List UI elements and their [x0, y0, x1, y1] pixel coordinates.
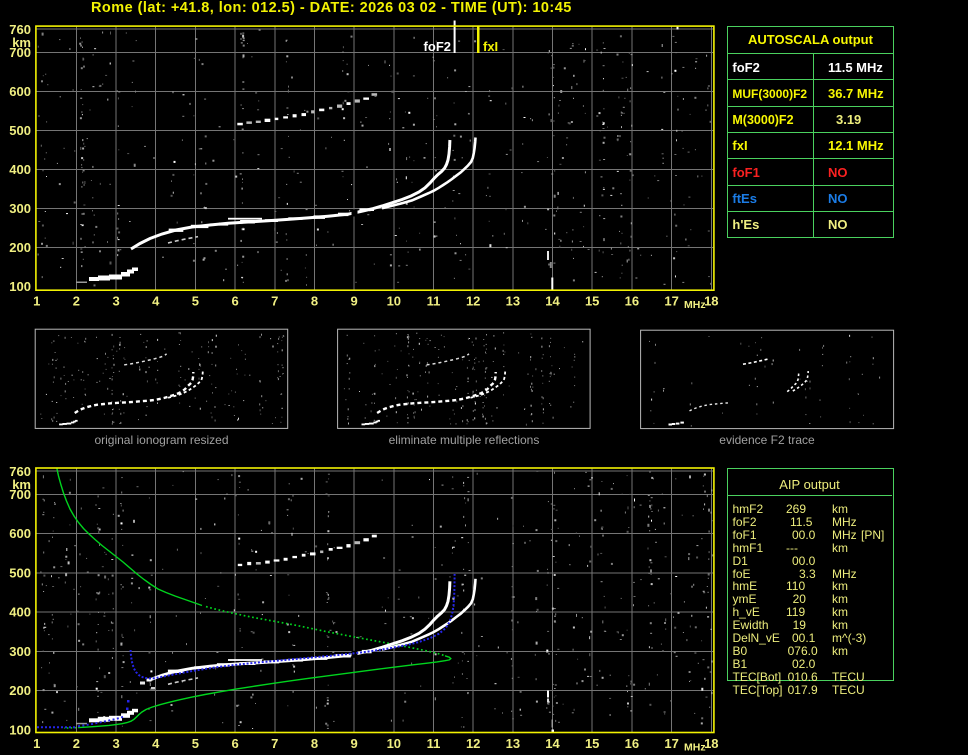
- svg-text:600: 600: [9, 526, 31, 541]
- svg-text:9: 9: [350, 736, 357, 751]
- svg-text:700: 700: [9, 45, 31, 60]
- svg-text:5: 5: [192, 736, 199, 751]
- svg-text:15: 15: [585, 736, 599, 751]
- svg-text:10: 10: [387, 294, 401, 309]
- svg-text:400: 400: [9, 162, 31, 177]
- svg-text:17: 17: [664, 736, 678, 751]
- svg-text:12: 12: [466, 294, 480, 309]
- svg-text:200: 200: [9, 240, 31, 255]
- svg-text:200: 200: [9, 683, 31, 698]
- svg-text:13: 13: [506, 294, 520, 309]
- svg-text:14: 14: [545, 294, 560, 309]
- svg-text:8: 8: [311, 736, 318, 751]
- svg-text:4: 4: [152, 294, 160, 309]
- svg-text:400: 400: [9, 605, 31, 620]
- svg-text:18: 18: [704, 736, 718, 751]
- svg-text:100: 100: [9, 722, 31, 737]
- svg-text:16: 16: [625, 294, 639, 309]
- svg-text:5: 5: [192, 294, 199, 309]
- svg-text:16: 16: [625, 736, 639, 751]
- svg-text:18: 18: [704, 294, 718, 309]
- svg-text:foF2: foF2: [424, 39, 451, 54]
- svg-text:7: 7: [271, 294, 278, 309]
- svg-text:600: 600: [9, 84, 31, 99]
- svg-text:2: 2: [73, 294, 80, 309]
- svg-text:500: 500: [9, 123, 31, 138]
- svg-text:8: 8: [311, 294, 318, 309]
- svg-text:10: 10: [387, 736, 401, 751]
- svg-text:7: 7: [271, 736, 278, 751]
- svg-text:MHz: MHz: [684, 299, 706, 311]
- svg-text:6: 6: [231, 294, 238, 309]
- svg-text:11: 11: [427, 736, 441, 751]
- svg-text:9: 9: [350, 294, 357, 309]
- svg-text:700: 700: [9, 487, 31, 502]
- svg-text:11: 11: [427, 294, 441, 309]
- svg-text:fxI: fxI: [483, 39, 498, 54]
- svg-text:12: 12: [466, 736, 480, 751]
- svg-text:3: 3: [112, 736, 119, 751]
- svg-text:100: 100: [9, 279, 31, 294]
- svg-text:6: 6: [231, 736, 238, 751]
- svg-text:14: 14: [545, 736, 560, 751]
- svg-text:4: 4: [152, 736, 160, 751]
- svg-text:300: 300: [9, 644, 31, 659]
- svg-text:300: 300: [9, 201, 31, 216]
- svg-text:13: 13: [506, 736, 520, 751]
- svg-text:2: 2: [73, 736, 80, 751]
- svg-text:1: 1: [33, 294, 40, 309]
- svg-text:500: 500: [9, 565, 31, 580]
- svg-text:1: 1: [33, 736, 40, 751]
- svg-text:15: 15: [585, 294, 599, 309]
- svg-text:17: 17: [664, 294, 678, 309]
- svg-text:MHz: MHz: [684, 742, 706, 754]
- svg-text:3: 3: [112, 294, 119, 309]
